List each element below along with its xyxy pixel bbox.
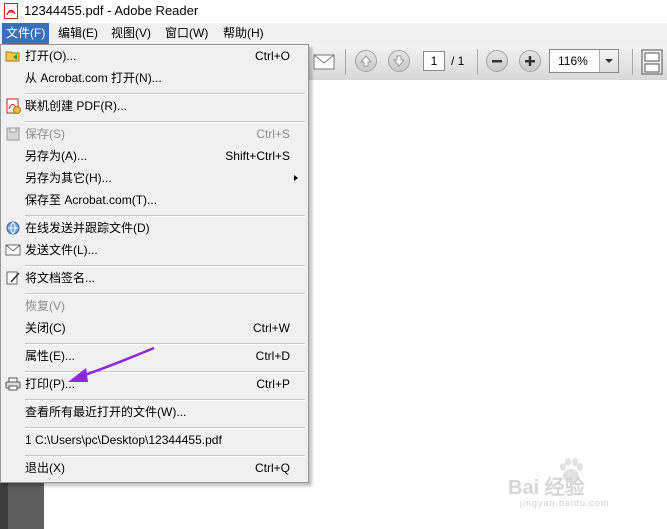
- window-title: 12344455.pdf - Adobe Reader: [24, 3, 199, 18]
- menu-help[interactable]: 帮助(H): [219, 23, 268, 44]
- menu-view[interactable]: 视图(V): [107, 23, 155, 44]
- toolbar-separator: [477, 49, 478, 75]
- toolbar-separator: [345, 49, 346, 75]
- zoom-select[interactable]: 116%: [549, 49, 619, 73]
- menu-item-create-pdf-online[interactable]: 联机创建 PDF(R)...: [1, 95, 308, 117]
- fit-page-icon[interactable]: [641, 49, 663, 75]
- menu-item-close[interactable]: 关闭(C) Ctrl+W: [1, 317, 308, 339]
- previous-page-button[interactable]: [355, 50, 377, 72]
- menu-item-save-to-acrobat[interactable]: 保存至 Acrobat.com(T)...: [1, 189, 308, 211]
- submenu-arrow-icon: [294, 175, 298, 181]
- menu-item-send-and-track[interactable]: 在线发送并跟踪文件(D): [1, 217, 308, 239]
- zoom-in-button[interactable]: [519, 50, 541, 72]
- page-total: / 1: [451, 54, 465, 68]
- menu-item-view-recent-files[interactable]: 查看所有最近打开的文件(W)...: [1, 401, 308, 423]
- menu-window[interactable]: 窗口(W): [161, 23, 212, 44]
- plus-icon: [525, 56, 535, 66]
- next-page-button[interactable]: [388, 50, 410, 72]
- menu-item-open[interactable]: 打开(O)... Ctrl+O: [1, 45, 308, 67]
- menu-bar: 文件(F) 编辑(E) 视图(V) 窗口(W) 帮助(H): [0, 23, 667, 44]
- menu-item-save-as[interactable]: 另存为(A)... Shift+Ctrl+S: [1, 145, 308, 167]
- zoom-out-button[interactable]: [486, 50, 508, 72]
- create-pdf-icon: [6, 98, 21, 114]
- menu-file[interactable]: 文件(F): [2, 23, 50, 44]
- menu-item-recent-file-1[interactable]: 1 C:\Users\pc\Desktop\12344455.pdf: [1, 429, 308, 451]
- menu-item-save[interactable]: 保存(S) Ctrl+S: [1, 123, 308, 145]
- menu-item-sign-document[interactable]: 将文档签名...: [1, 267, 308, 289]
- arrow-up-icon: [359, 55, 373, 67]
- zoom-value: 116%: [558, 54, 588, 68]
- watermark-url: jingyan.baidu.com: [520, 498, 610, 508]
- menu-item-save-as-other[interactable]: 另存为其它(H)...: [1, 167, 308, 189]
- file-menu-dropdown: 打开(O)... Ctrl+O 从 Acrobat.com 打开(N)... 联…: [0, 44, 309, 483]
- sign-document-icon: [6, 271, 20, 285]
- title-bar: 12344455.pdf - Adobe Reader: [0, 0, 667, 23]
- email-icon[interactable]: [313, 53, 335, 71]
- save-icon: [6, 127, 20, 141]
- menu-item-revert[interactable]: 恢复(V): [1, 295, 308, 317]
- menu-item-exit[interactable]: 退出(X) Ctrl+Q: [1, 457, 308, 479]
- menu-item-open-from-acrobat[interactable]: 从 Acrobat.com 打开(N)...: [1, 67, 308, 89]
- chevron-down-icon: [605, 59, 613, 63]
- printer-icon: [5, 377, 21, 391]
- send-track-icon: [6, 221, 20, 235]
- menu-item-send-file[interactable]: 发送文件(L)...: [1, 239, 308, 261]
- menu-edit[interactable]: 编辑(E): [54, 23, 102, 44]
- toolbar-separator: [632, 49, 633, 75]
- minus-icon: [492, 60, 502, 63]
- annotation-arrow-icon: [68, 346, 155, 382]
- envelope-icon: [5, 244, 21, 256]
- zoom-dropdown-button[interactable]: [599, 50, 618, 72]
- watermark-text: Bai 经验: [508, 477, 585, 499]
- open-folder-icon: [5, 51, 20, 62]
- adobe-reader-icon: [4, 3, 18, 19]
- arrow-down-icon: [392, 55, 406, 67]
- page-number-input[interactable]: 1: [423, 51, 445, 71]
